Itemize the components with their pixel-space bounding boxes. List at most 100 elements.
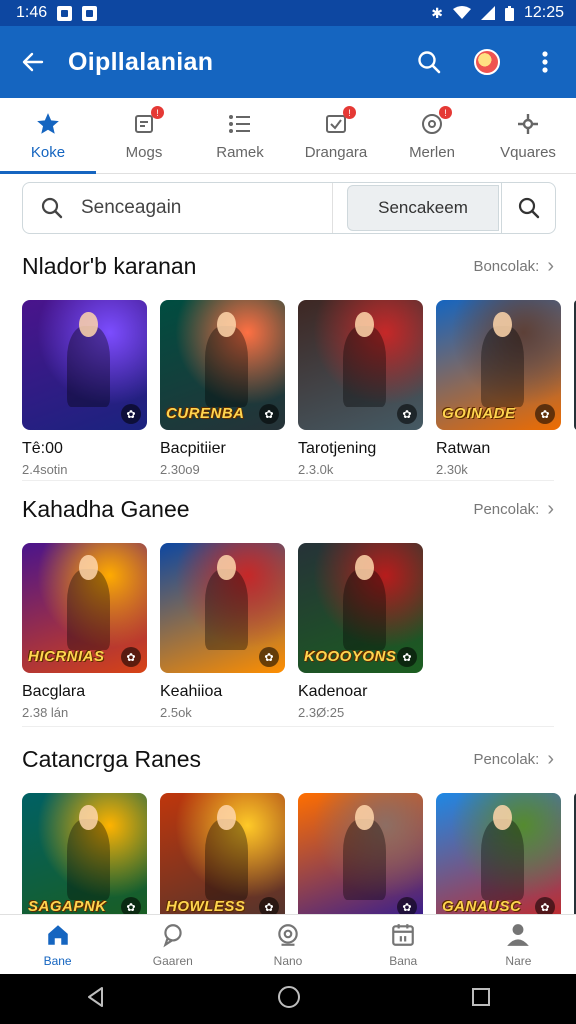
see-more-label: Boncolak: [473, 257, 540, 275]
tab-koke[interactable]: Koke [0, 98, 96, 174]
status-bar: 1:46 ✱ 12:25 [0, 0, 576, 26]
bottom-nav-bana[interactable]: Bana [346, 915, 461, 974]
game-card[interactable]: KOOOYONS ✿ Kadenoar 2.3Ø:25 [298, 543, 423, 720]
game-thumbnail[interactable]: GOINADE ✿ [436, 300, 561, 430]
search-button[interactable] [414, 47, 444, 77]
game-thumbnail[interactable]: CURENBA ✿ [160, 300, 285, 430]
game-card[interactable]: HICRNIAS ✿ Bacglara 2.38 lán [22, 543, 147, 720]
game-thumbnail[interactable]: ✿ [160, 543, 285, 673]
game-thumbnail[interactable]: SAGAPNK ✿ [22, 793, 147, 923]
gear-icon: ✿ [259, 404, 279, 424]
search-submit-button[interactable]: Sencakeem [347, 185, 499, 231]
game-thumbnail[interactable]: HICRNIAS ✿ [22, 543, 147, 673]
status-clock: 12:25 [523, 4, 564, 21]
game-title: Bacpitiier [160, 440, 226, 457]
tab-label: Merlen [409, 144, 455, 161]
bottom-navigation: Bane Gaaren Nano Bana Nare [0, 914, 576, 974]
gamepad-icon: ! [418, 106, 452, 138]
bottom-nav-label: Bane [43, 953, 72, 968]
game-downloads: 2.4sotin [22, 462, 68, 477]
game-card[interactable]: GANAUSC ✿ [436, 793, 561, 923]
person-icon [505, 922, 531, 951]
section-header: Nlador'b karanan Boncolak: › [0, 246, 576, 286]
game-title: Tê:00 [22, 440, 63, 457]
game-carousel[interactable]: ✿ Tê:00 2.4sotin CURENBA ✿ Bacpitiier 2.30o9 ✿ T… [0, 300, 576, 477]
game-card[interactable]: ✿ [298, 793, 423, 923]
arrow-left-icon [22, 52, 44, 72]
chevron-right-icon: › [547, 747, 554, 770]
character-art [343, 554, 386, 650]
game-card[interactable]: SAGAPNK ✿ [22, 793, 147, 923]
search-circle-icon [275, 922, 301, 951]
system-home-button[interactable] [277, 985, 301, 1014]
game-thumbnail[interactable]: HOWLESS ✿ [160, 793, 285, 923]
wifi-icon [452, 6, 471, 19]
game-card[interactable]: ✿ Tê:00 2.4sotin [22, 300, 147, 477]
tab-mogs[interactable]: ! Mogs [96, 98, 192, 173]
bottom-nav-nare[interactable]: Nare [461, 915, 576, 974]
list-icon [226, 110, 254, 138]
app-bar: Oipllalanian [0, 26, 576, 98]
square-recents-icon [472, 987, 490, 1006]
tab-ramek[interactable]: Ramek [192, 98, 288, 173]
search-input[interactable] [81, 183, 333, 233]
profile-button[interactable] [472, 47, 502, 77]
game-downloads: 2.30k [436, 462, 468, 477]
chevron-right-icon: › [547, 254, 554, 277]
checkbox-icon: ! [322, 106, 356, 138]
game-thumbnail[interactable]: ✿ [298, 793, 423, 923]
search-go-button[interactable] [501, 183, 555, 233]
avatar-icon [474, 49, 500, 75]
see-more-link[interactable]: Pencolak: › [473, 498, 554, 521]
game-thumbnail[interactable]: ✿ [298, 300, 423, 430]
tab-label: Drangara [304, 144, 368, 161]
bottom-nav-label: Gaaren [152, 953, 193, 968]
notification-badge: ! [151, 106, 164, 119]
game-card[interactable]: GOINADE ✿ Ratwan 2.30k [436, 300, 561, 477]
see-more-link[interactable]: Pencolak: › [473, 748, 554, 771]
notification-icon [57, 5, 73, 21]
game-card[interactable]: ✿ Tarotjening 2.3.0k [298, 300, 423, 477]
back-button[interactable] [16, 45, 50, 79]
bottom-nav-gaaren[interactable]: Gaaren [115, 915, 230, 974]
game-card[interactable]: HOWLESS ✿ [160, 793, 285, 923]
game-thumbnail[interactable]: KOOOYONS ✿ [298, 543, 423, 673]
more-vert-icon [542, 51, 548, 73]
divider [22, 480, 554, 481]
section-title: Kahadha Ganee [22, 495, 190, 522]
game-logo-text: KOOOYONS [304, 648, 397, 665]
home-icon [45, 922, 71, 951]
see-more-label: Pencolak: [473, 500, 540, 518]
search-field-icon [23, 182, 81, 234]
overflow-menu-button[interactable] [530, 47, 560, 77]
game-downloads: 2.38 lán [22, 705, 69, 720]
game-carousel[interactable]: HICRNIAS ✿ Bacglara 2.38 lán ✿ Keahiioa 2.5ok K… [0, 543, 576, 720]
character-art [205, 554, 248, 650]
game-logo-text: SAGAPNK [28, 898, 107, 915]
character-art [67, 311, 110, 407]
tab-label: Koke [30, 144, 66, 161]
section-header: Catancrga Ranes Pencolak: › [0, 739, 576, 779]
game-thumbnail[interactable]: GANAUSC ✿ [436, 793, 561, 923]
system-back-button[interactable] [85, 986, 107, 1013]
section-1: Nlador'b karanan Boncolak: › ✿ Tê:00 2.4sotin… [0, 246, 576, 477]
tab-merlen[interactable]: ! Merlen [384, 98, 480, 173]
section-title: Catancrga Ranes [22, 745, 201, 772]
see-more-link[interactable]: Boncolak: › [473, 255, 554, 278]
bottom-nav-nano[interactable]: Nano [230, 915, 345, 974]
tab-drangara[interactable]: ! Drangara [288, 98, 384, 173]
game-thumbnail[interactable]: ✿ [22, 300, 147, 430]
game-card[interactable]: CURENBA ✿ Bacpitiier 2.30o9 [160, 300, 285, 477]
system-navigation-bar [0, 974, 576, 1024]
tab-vquares[interactable]: Vquares [480, 98, 576, 173]
gear-icon: ✿ [535, 404, 555, 424]
search-bar: Sencakeem [22, 182, 556, 234]
game-carousel[interactable]: SAGAPNK ✿ HOWLESS ✿ ✿ GANAUSC ✿ [0, 793, 576, 923]
game-card[interactable]: ✿ Keahiioa 2.5ok [160, 543, 285, 720]
tab-label: Vquares [500, 144, 556, 161]
system-recents-button[interactable] [471, 987, 491, 1012]
bottom-nav-bane[interactable]: Bane [0, 915, 115, 974]
game-downloads: 2.5ok [160, 705, 192, 720]
signal-icon [480, 6, 495, 20]
game-logo-text: HICRNIAS [28, 648, 105, 665]
